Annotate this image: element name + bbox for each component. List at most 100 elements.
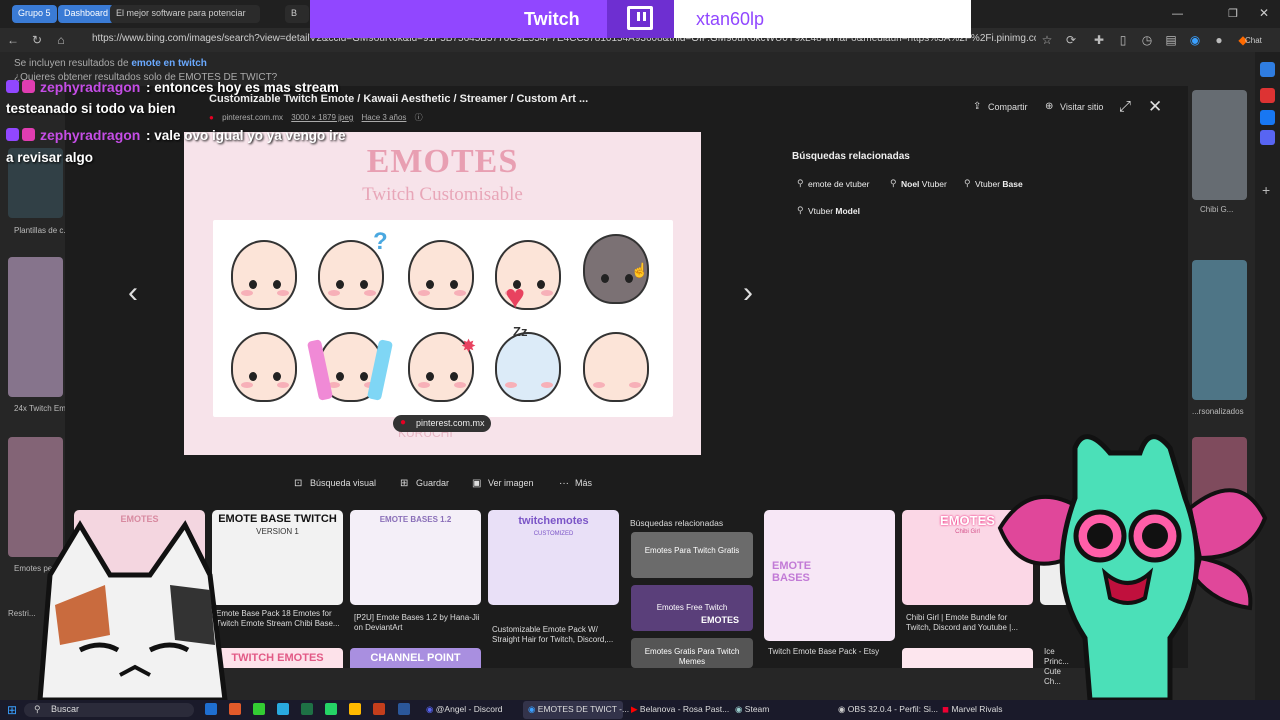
- history-icon[interactable]: ◷: [1140, 33, 1154, 47]
- twitch-logo-icon: [627, 6, 653, 30]
- tab-label: El mejor software para potenciar: [116, 8, 246, 18]
- emote-sleep: [495, 332, 561, 402]
- image-source[interactable]: pinterest.com.mx: [222, 113, 283, 122]
- cat-avatar: [37, 520, 228, 700]
- visual-search-button[interactable]: ⊡ Búsqueda visual: [294, 478, 376, 489]
- collections-icon[interactable]: ▤: [1164, 33, 1178, 47]
- strip-related-item[interactable]: Emotes Para Twitch Gratis: [631, 532, 753, 578]
- excel-taskbar-icon[interactable]: [301, 703, 313, 715]
- bg-caption: ...rsonalizados: [1192, 407, 1244, 416]
- thumb-caption[interactable]: Customizable Emote Pack W/ Straight Hair…: [492, 625, 620, 645]
- steam-icon: ◉: [735, 704, 743, 714]
- chip-text: Vtuber: [919, 179, 947, 189]
- browser-essentials-icon[interactable]: ◉: [1188, 33, 1202, 47]
- taskbar-item-label: Marvel Rivals: [951, 704, 1003, 714]
- taskbar-item-edge[interactable]: ◉ EMOTES DE TWICT -...: [528, 704, 629, 715]
- chat-label[interactable]: Chat: [1245, 36, 1262, 45]
- zzz-icon: Zz: [513, 324, 528, 339]
- save-button[interactable]: ⊞ Guardar: [400, 478, 449, 489]
- share-button[interactable]: ⇪ Compartir: [969, 99, 1033, 117]
- visual-search-icon: ⊡: [294, 478, 303, 489]
- outlook-icon[interactable]: [1260, 130, 1275, 145]
- powerpoint-taskbar-icon[interactable]: [373, 703, 385, 715]
- close-modal-icon[interactable]: ✕: [1148, 97, 1162, 117]
- twitch-channel-box: xtan60lp: [674, 0, 971, 38]
- start-icon[interactable]: ⊞: [7, 703, 17, 717]
- profile-icon[interactable]: ●: [1212, 33, 1226, 47]
- tab-software[interactable]: El mejor software para potenciar: [110, 5, 260, 23]
- strip-related-item[interactable]: Emotes Free Twitch EMOTES: [631, 585, 753, 631]
- chip-bold: Noel: [901, 179, 920, 189]
- minimize-icon[interactable]: —: [1172, 8, 1183, 20]
- taskbar-item-youtube[interactable]: ▶ Belanova - Rosa Past...: [631, 704, 729, 715]
- discord-icon: ◉: [426, 704, 434, 714]
- tab-group-grupo5[interactable]: Grupo 5: [12, 5, 57, 23]
- strip-related-item[interactable]: Emotes Gratis Para Twitch Memes: [631, 638, 753, 668]
- split-icon[interactable]: ▯: [1116, 33, 1130, 47]
- related-chip[interactable]: emote de vtuber: [794, 176, 869, 194]
- favorite-star-icon[interactable]: ☆: [1040, 33, 1054, 47]
- word-taskbar-icon[interactable]: [398, 703, 410, 715]
- strip-thumb[interactable]: EMOTE BASES 1.2: [350, 510, 481, 605]
- info-icon[interactable]: ⓘ: [415, 113, 423, 122]
- home-icon[interactable]: ⌂: [54, 33, 68, 47]
- results-notice-term[interactable]: emote en twitch: [131, 58, 207, 69]
- action-label: Ver imagen: [488, 478, 534, 488]
- strip-thumb[interactable]: twitchemotes CUSTOMIZED: [488, 510, 619, 605]
- taskbar-item-label: @Angel - Discord: [435, 704, 503, 714]
- taskbar-search[interactable]: ⚲ Buscar: [24, 703, 194, 717]
- facebook-icon[interactable]: [1260, 110, 1275, 125]
- next-image-icon[interactable]: ›: [743, 278, 753, 308]
- tab-group-dashboard[interactable]: Dashboard: [58, 5, 115, 23]
- strip-thumb-row2[interactable]: CHANNEL POINT: [350, 648, 481, 668]
- thumb-caption[interactable]: [P2U] Emote Bases 1.2 by Hana-Jii on Dev…: [354, 613, 484, 633]
- taskbar-item-steam[interactable]: ◉ Steam: [735, 704, 769, 715]
- taskbar-item-label: Belanova - Rosa Past...: [639, 704, 730, 714]
- pinterest-badge-icon: ●: [400, 417, 407, 428]
- image-size: 3000 × 1879 jpeg: [291, 113, 354, 122]
- related-chip[interactable]: Noel Vtuber: [887, 176, 947, 194]
- app-taskbar-icon[interactable]: [253, 703, 265, 715]
- tab-label: B: [291, 8, 298, 18]
- taskbar-item-discord[interactable]: ◉ @Angel - Discord: [426, 704, 503, 715]
- whatsapp-taskbar-icon[interactable]: [325, 703, 337, 715]
- explorer-taskbar-icon[interactable]: [349, 703, 361, 715]
- puzzle-icon[interactable]: ✚: [1092, 33, 1106, 47]
- tab-bing[interactable]: B: [285, 5, 309, 23]
- taskbar-item-obs[interactable]: ◉ OBS 32.0.4 - Perfil: Si...: [838, 704, 938, 715]
- shopping-icon[interactable]: [1260, 88, 1275, 103]
- strip-thumb-row2[interactable]: TWITCH EMOTES: [212, 648, 343, 668]
- edge-taskbar-icon[interactable]: [205, 703, 217, 715]
- image-icon: ▣: [472, 478, 482, 489]
- source-badge-label: pinterest.com.mx: [416, 418, 485, 428]
- related-chip[interactable]: Vtuber Base: [961, 176, 1023, 194]
- chat-badge-icon: [6, 80, 19, 93]
- thumb-caption[interactable]: Emote Base Pack 18 Emotes for Twitch Emo…: [216, 609, 346, 629]
- firefox-taskbar-icon[interactable]: [229, 703, 241, 715]
- close-window-icon[interactable]: ✕: [1259, 6, 1269, 20]
- more-button[interactable]: ··· Más: [559, 478, 592, 489]
- chat-message-cont: a revisar algo: [6, 150, 94, 165]
- search-sidebar-icon[interactable]: [1260, 62, 1275, 77]
- anger-icon: ✸: [461, 336, 477, 356]
- prev-image-icon[interactable]: ‹: [128, 278, 138, 308]
- visit-site-button[interactable]: ⊕ Visitar sitio: [1041, 99, 1108, 117]
- related-chip[interactable]: Vtuber Model: [794, 203, 860, 221]
- back-icon[interactable]: ←: [6, 33, 20, 47]
- maximize-icon[interactable]: ❐: [1228, 7, 1238, 20]
- thumb-caption[interactable]: Twitch Emote Base Pack - Etsy: [768, 647, 898, 657]
- extension-icon[interactable]: ⟳: [1064, 33, 1078, 47]
- taskbar-item-marvel[interactable]: ◼ Marvel Rivals: [942, 704, 1002, 715]
- strip-thumb[interactable]: EMOTE BASE TWITCH VERSION 1: [212, 510, 343, 605]
- expand-icon[interactable]: ⤢: [1119, 98, 1131, 115]
- refresh-icon[interactable]: ↻: [30, 33, 44, 47]
- twitch-logo-box: [607, 0, 674, 38]
- strip-thumb[interactable]: EMOTE BASES: [764, 510, 895, 641]
- chip-bold: Base: [1002, 179, 1023, 189]
- source-badge[interactable]: ● pinterest.com.mx: [393, 415, 491, 432]
- app-taskbar-icon[interactable]: [277, 703, 289, 715]
- view-image-button[interactable]: ▣ Ver imagen: [472, 478, 534, 489]
- emote-happy: [583, 332, 649, 402]
- image-heading: EMOTES: [366, 143, 519, 180]
- add-sidebar-icon[interactable]: +: [1262, 182, 1270, 198]
